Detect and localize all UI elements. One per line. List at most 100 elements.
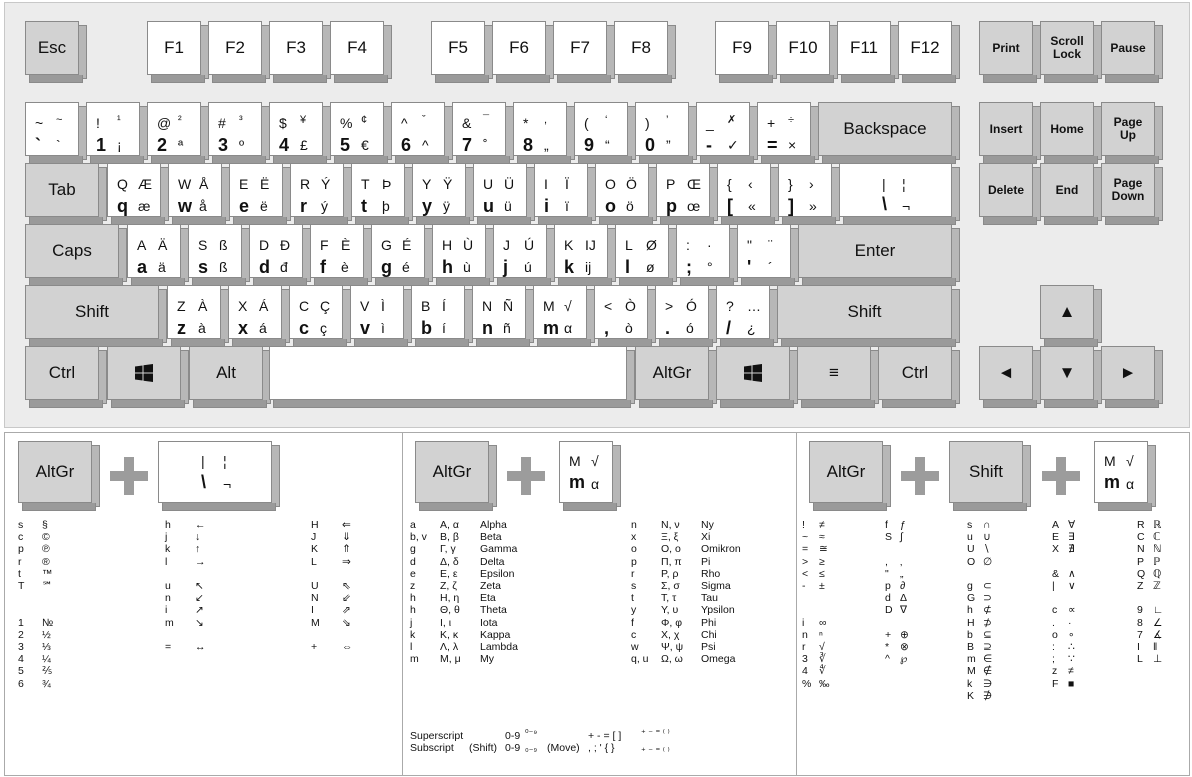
f8-key[interactable]: F8 xyxy=(614,21,676,83)
key-sym[interactable]: _ ✗ - ✓ xyxy=(696,102,758,164)
shift-char: C xyxy=(299,298,310,314)
key-s[interactable]: Sßsß xyxy=(188,224,250,286)
key-label: Scroll Lock xyxy=(1050,34,1084,61)
key-x[interactable]: XÁxá xyxy=(228,285,290,347)
key-y[interactable]: YŸyÿ xyxy=(412,163,474,225)
key-punct-9[interactable]: : ·; ° xyxy=(676,224,738,286)
left-shift-key[interactable]: Shift xyxy=(25,285,167,347)
base-char: \ xyxy=(201,472,207,492)
key-t[interactable]: TÞtþ xyxy=(351,163,413,225)
key-d[interactable]: DĐdđ xyxy=(249,224,311,286)
print-key[interactable]: Print xyxy=(979,21,1041,83)
key-a[interactable]: AÄaä xyxy=(127,224,189,286)
key-v[interactable]: VÌvì xyxy=(350,285,412,347)
key-punct-7[interactable]: < Ò, ò xyxy=(594,285,656,347)
key-p[interactable]: PŒpœ xyxy=(656,163,718,225)
key-label: Insert xyxy=(989,121,1023,136)
key-9[interactable]: (‘ 9 “ xyxy=(574,102,636,164)
key-n[interactable]: NÑnñ xyxy=(472,285,534,347)
key-g[interactable]: GÉgé xyxy=(371,224,433,286)
f3-key[interactable]: F3 xyxy=(269,21,331,83)
backspace-key[interactable]: Backspace xyxy=(818,102,960,164)
altgr-char: ý xyxy=(321,198,328,214)
key-z[interactable]: ZÀzà xyxy=(167,285,229,347)
f5-key[interactable]: F5 xyxy=(431,21,493,83)
f4-key[interactable]: F4 xyxy=(330,21,392,83)
key-w[interactable]: WÅwå xyxy=(168,163,230,225)
key-f[interactable]: FÈfè xyxy=(310,224,372,286)
key-u[interactable]: UÜuü xyxy=(473,163,535,225)
left-alt-key[interactable]: Alt xyxy=(189,346,271,408)
key-sym[interactable]: } ›] » xyxy=(778,163,840,225)
key-sym[interactable]: + ÷ = × xyxy=(757,102,819,164)
home-key[interactable]: Home xyxy=(1040,102,1102,164)
key-4[interactable]: $ ¥4 £ xyxy=(269,102,331,164)
key-b[interactable]: BÍbí xyxy=(411,285,473,347)
key-sym[interactable]: {‹ [« xyxy=(717,163,779,225)
key-punct-9[interactable]: ? … / ¿ xyxy=(716,285,778,347)
key-backtick[interactable]: ~ ~ ` ` xyxy=(25,102,87,164)
key-k[interactable]: K IJ k ij xyxy=(554,224,616,286)
delete-key[interactable]: Delete xyxy=(979,163,1041,225)
key-0[interactable]: ) ’ 0 ” xyxy=(635,102,697,164)
key-punct-10[interactable]: " ¨ ' ´ xyxy=(737,224,799,286)
arrow-up-key[interactable]: ▲ xyxy=(1040,285,1102,347)
esc-key[interactable]: Esc xyxy=(25,21,87,83)
key-l[interactable]: LØlø xyxy=(615,224,677,286)
left-ctrl-key[interactable]: Ctrl xyxy=(25,346,107,408)
f11-key[interactable]: F11 xyxy=(837,21,899,83)
left-windows-key[interactable] xyxy=(107,346,189,408)
key-5[interactable]: % ¢ 5 € xyxy=(330,102,392,164)
base-char: i xyxy=(544,196,550,216)
altgr-char: œ xyxy=(687,198,701,214)
tab-key[interactable]: Tab xyxy=(25,163,107,225)
right-windows-key[interactable] xyxy=(716,346,798,408)
key-m[interactable]: M √ m α xyxy=(533,285,595,347)
key-label: F7 xyxy=(570,38,590,57)
f9-key[interactable]: F9 xyxy=(715,21,777,83)
f1-key[interactable]: F1 xyxy=(147,21,209,83)
f10-key[interactable]: F10 xyxy=(776,21,838,83)
key-2[interactable]: @ ² 2 ª xyxy=(147,102,209,164)
altgr-char: ò xyxy=(625,320,633,336)
menu-key[interactable]: ≡ xyxy=(797,346,879,408)
superscript-range: 0-9 xyxy=(505,730,521,742)
f12-key[interactable]: F12 xyxy=(898,21,960,83)
key-e[interactable]: EËeë xyxy=(229,163,291,225)
page-up-key[interactable]: Page Up xyxy=(1101,102,1163,164)
spacebar-key[interactable] xyxy=(269,346,635,408)
right-ctrl-key[interactable]: Ctrl xyxy=(878,346,960,408)
subscript-result: ₊ ₋ ₌ ₍ ₎ xyxy=(641,743,670,753)
key-backslash[interactable]: | ¦ \ ¬ xyxy=(839,163,960,225)
panel2-col4: n x o p r s t y f c w q, u xyxy=(631,519,649,666)
key-o[interactable]: OÖoö xyxy=(595,163,657,225)
f6-key[interactable]: F6 xyxy=(492,21,554,83)
scroll-lock-key[interactable]: Scroll Lock xyxy=(1040,21,1102,83)
end-key[interactable]: End xyxy=(1040,163,1102,225)
key-i[interactable]: I Ïiï xyxy=(534,163,596,225)
f7-key[interactable]: F7 xyxy=(553,21,615,83)
caps-lock-key[interactable]: Caps xyxy=(25,224,127,286)
key-punct-8[interactable]: > Ó. ó xyxy=(655,285,717,347)
key-7[interactable]: & ¯ 7 ˚ xyxy=(452,102,514,164)
key-8[interactable]: *, 8 „ xyxy=(513,102,575,164)
insert-key[interactable]: Insert xyxy=(979,102,1041,164)
pause-key[interactable]: Pause xyxy=(1101,21,1163,83)
key-label: F3 xyxy=(286,38,306,57)
altgr-key[interactable]: AltGr xyxy=(635,346,717,408)
arrow-left-key[interactable]: ◄ xyxy=(979,346,1041,408)
key-r[interactable]: RÝrý xyxy=(290,163,352,225)
key-3[interactable]: # ³ 3 º xyxy=(208,102,270,164)
enter-key[interactable]: Enter xyxy=(798,224,960,286)
key-c[interactable]: CÇcç xyxy=(289,285,351,347)
arrow-right-key[interactable]: ► xyxy=(1101,346,1163,408)
key-6[interactable]: ^ ˇ 6 ^ xyxy=(391,102,453,164)
key-q[interactable]: QÆqæ xyxy=(107,163,169,225)
f2-key[interactable]: F2 xyxy=(208,21,270,83)
key-j[interactable]: JÚjú xyxy=(493,224,555,286)
arrow-down-key[interactable]: ▼ xyxy=(1040,346,1102,408)
right-shift-key[interactable]: Shift xyxy=(777,285,960,347)
key-1[interactable]: ! ¹ 1 ¡ xyxy=(86,102,148,164)
page-down-key[interactable]: Page Down xyxy=(1101,163,1163,225)
key-h[interactable]: HÙhù xyxy=(432,224,494,286)
